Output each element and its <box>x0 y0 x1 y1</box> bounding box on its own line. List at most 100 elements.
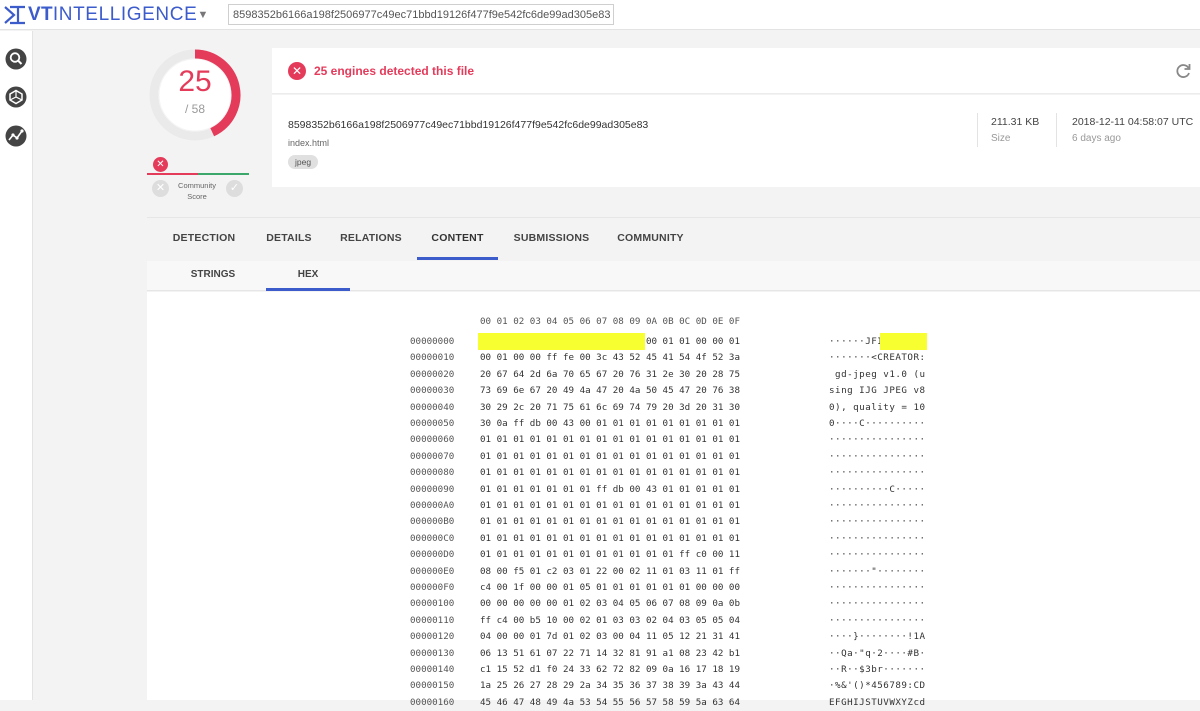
hex-bytes: 00 00 00 00 00 01 02 03 04 05 06 07 08 0… <box>480 598 740 610</box>
hex-row: 00000150 1a 25 26 27 28 29 2a 34 35 36 37… <box>147 678 1200 694</box>
hex-row: 00000120 04 00 00 01 7d 01 02 03 00 04 11… <box>147 629 1200 645</box>
hex-row: 00000090 01 01 01 01 01 01 01 ff db 00 43… <box>147 482 1200 498</box>
hex-offset: 00000130 <box>410 647 455 659</box>
hex-offset: 00000020 <box>410 368 455 380</box>
detected-count: 25 <box>178 65 212 98</box>
hex-ascii: ················ <box>829 598 926 610</box>
hex-offset: 00000070 <box>410 450 455 462</box>
content-subtabs: STRINGS HEX <box>147 261 1200 291</box>
hex-ascii: sing IJG JPEG v8 <box>829 385 926 397</box>
search-query-text: 8598352b6166a198f2506977c49ec71bbd19126f… <box>233 8 611 21</box>
hex-row: 00000060 01 01 01 01 01 01 01 01 01 01 01… <box>147 432 1200 448</box>
search-query-chip[interactable]: 8598352b6166a198f2506977c49ec71bbd19126f… <box>228 4 614 25</box>
hex-bytes: c4 00 1f 00 00 01 05 01 01 01 01 01 01 0… <box>480 582 740 593</box>
tab-community[interactable]: COMMUNITY <box>608 218 693 261</box>
hex-bytes: 04 00 00 01 7d 01 02 03 00 04 11 05 12 2… <box>480 631 740 643</box>
hex-row: 00000130 06 13 51 61 07 22 71 14 32 81 91… <box>147 646 1200 662</box>
analytics-icon[interactable] <box>5 125 27 147</box>
hex-offset: 000000E0 <box>410 565 455 577</box>
file-size-value: 211.31 KB <box>991 116 1040 128</box>
tab-detection[interactable]: DETECTION <box>159 218 249 261</box>
hexagon-graph-icon[interactable] <box>5 86 27 108</box>
hex-ascii: ················ <box>829 500 926 511</box>
hex-offset: 000000A0 <box>410 500 455 511</box>
hex-row: 000000A0 01 01 01 01 01 01 01 01 01 01 01… <box>147 498 1200 514</box>
tab-relations[interactable]: RELATIONS <box>332 218 410 261</box>
hex-viewer: 00 01 02 03 04 05 06 07 08 09 0A 0B 0C 0… <box>147 292 1200 708</box>
hex-ascii: ··Qa·"q·2····#B· <box>829 647 926 659</box>
hex-row: 00000030 73 69 6e 67 20 49 4a 47 20 4a 50… <box>147 383 1200 399</box>
file-name: index.html <box>288 138 330 148</box>
tab-content[interactable]: CONTENT <box>417 218 498 261</box>
divider <box>1056 113 1057 147</box>
hex-row: 00000140 c1 15 52 d1 f0 24 33 62 72 82 09… <box>147 662 1200 678</box>
logo-vt-text: VT <box>28 4 53 25</box>
subtab-hex[interactable]: HEX <box>266 261 350 291</box>
hex-ascii: ····}········!1A <box>829 631 926 643</box>
product-menu-chevron-down-icon[interactable]: ▼ <box>196 8 210 22</box>
hex-bytes: 01 01 01 01 01 01 01 01 01 01 01 01 01 0… <box>480 450 740 462</box>
search-icon[interactable] <box>5 48 27 70</box>
subtab-strings[interactable]: STRINGS <box>175 261 251 291</box>
hex-bytes: 73 69 6e 67 20 49 4a 47 20 4a 50 45 47 2… <box>480 385 740 397</box>
hex-row: 00000020 20 67 64 2d 6a 70 65 67 20 76 31… <box>147 367 1200 383</box>
file-type-tag[interactable]: jpeg <box>288 155 319 169</box>
hex-bytes: 45 46 47 48 49 4a 53 54 55 56 57 58 59 5… <box>480 696 740 708</box>
hex-bytes: 08 00 f5 01 c2 03 01 22 00 02 11 01 03 1… <box>480 565 740 577</box>
top-bar: VT INTELLIGENCE ▼ 8598352b6166a198f250697… <box>0 0 1200 30</box>
jfif-bytes-highlight <box>478 333 645 350</box>
hex-ascii: ················ <box>829 450 926 462</box>
hex-bytes: 01 01 01 01 01 01 01 01 01 01 01 01 01 0… <box>480 467 740 479</box>
detection-headline: 25 engines detected this file <box>314 64 475 78</box>
hex-row: 00000010 00 01 00 00 ff fe 00 3c 43 52 45… <box>147 350 1200 366</box>
hex-bytes: 20 67 64 2d 6a 70 65 67 20 76 31 2e 30 2… <box>480 368 740 380</box>
hex-ascii: ··R··$3br······· <box>829 664 926 675</box>
hex-ascii: ·······<CREATOR: <box>829 352 926 364</box>
hex-bytes: 1a 25 26 27 28 29 2a 34 35 36 37 38 39 3… <box>480 680 740 692</box>
vote-harmless-check-icon[interactable]: ✓ <box>226 180 243 197</box>
hex-offset: 000000B0 <box>410 516 455 528</box>
hex-ascii: 0····C·········· <box>829 418 926 429</box>
hex-ascii: ················ <box>829 582 926 593</box>
hex-ascii: ················ <box>829 549 926 561</box>
hex-offset: 00000050 <box>410 418 455 429</box>
hex-ascii: 0), quality = 10 <box>829 401 926 413</box>
hex-bytes: c1 15 52 d1 f0 24 33 62 72 82 09 0a 16 1… <box>480 664 740 675</box>
hex-row: 000000E0 08 00 f5 01 c2 03 01 22 00 02 11… <box>147 564 1200 580</box>
hex-offset: 00000030 <box>410 385 455 397</box>
hex-row: 00000050 30 0a ff db 00 43 00 01 01 01 01… <box>147 416 1200 432</box>
hex-row: 00000080 01 01 01 01 01 01 01 01 01 01 01… <box>147 465 1200 481</box>
tab-details[interactable]: DETAILS <box>254 218 324 261</box>
detection-summary-card: ✕ 25 engines detected this file <box>272 48 1200 94</box>
hex-row: 00000000ff d8 ff e0 00 10 4a 46 49 46 00… <box>147 334 1200 350</box>
hex-row: 00000100 00 00 00 00 00 01 02 03 04 05 06… <box>147 596 1200 612</box>
active-subtab-indicator <box>266 288 350 291</box>
hex-offset: 00000100 <box>410 598 455 610</box>
hex-ascii: ················ <box>829 467 926 479</box>
hex-offset: 00000040 <box>410 401 455 413</box>
hex-bytes: 01 01 01 01 01 01 01 ff db 00 43 01 01 0… <box>480 483 740 495</box>
hex-offset: 00000160 <box>410 696 455 708</box>
detection-score-gauge: 25 / 58 ✕ ✕ Community Score ✓ <box>145 45 255 205</box>
vt-intelligence-logo[interactable]: VT INTELLIGENCE <box>4 4 197 26</box>
file-info-card: 8598352b6166a198f2506977c49ec71bbd19126f… <box>272 95 1200 187</box>
hex-ascii: ················ <box>829 516 926 528</box>
community-score-bar <box>147 173 249 175</box>
community-malicious-marker-icon: ✕ <box>153 157 168 172</box>
analysis-date-value: 2018-12-11 04:58:07 UTC <box>1072 116 1194 128</box>
hex-row: 000000B0 01 01 01 01 01 01 01 01 01 01 01… <box>147 514 1200 530</box>
hex-ascii: ·%&'()*456789:CD <box>829 680 926 692</box>
reanalyze-refresh-icon[interactable] <box>1174 62 1192 80</box>
hex-bytes: 30 29 2c 20 71 75 61 6c 69 74 79 20 3d 2… <box>480 401 740 413</box>
hex-row: 00000110 ff c4 00 b5 10 00 02 01 03 03 02… <box>147 613 1200 629</box>
hex-row: 000000F0 c4 00 1f 00 00 01 05 01 01 01 01… <box>147 580 1200 596</box>
hex-ascii: ·······"········ <box>829 565 926 577</box>
hex-offset: 00000060 <box>410 434 455 446</box>
hex-bytes: 30 0a ff db 00 43 00 01 01 01 01 01 01 0… <box>480 418 740 429</box>
divider <box>977 113 978 147</box>
hex-offset: 00000090 <box>410 483 455 495</box>
vote-malicious-close-icon[interactable]: ✕ <box>152 180 169 197</box>
hex-bytes: 01 01 01 01 01 01 01 01 01 01 01 01 ff c… <box>480 549 740 561</box>
tab-submissions[interactable]: SUBMISSIONS <box>505 218 598 261</box>
hex-column-header: 00 01 02 03 04 05 06 07 08 09 0A 0B 0C 0… <box>480 316 740 327</box>
